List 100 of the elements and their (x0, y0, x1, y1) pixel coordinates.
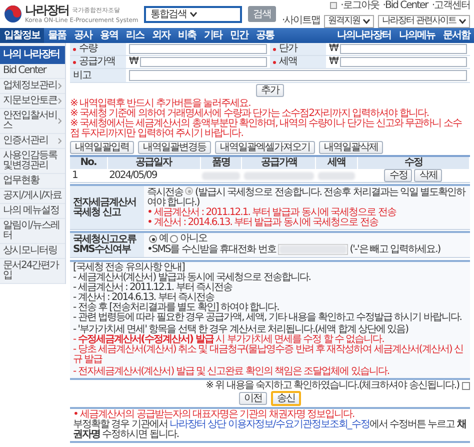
add-button[interactable]: 추가 (256, 84, 284, 97)
row-action-button[interactable]: 수정 (384, 169, 412, 182)
logo-icon (4, 5, 22, 23)
sidebar-item[interactable]: 공지/게시/자료 (0, 189, 65, 204)
sidebar-item-label: 문서24간편가입 (3, 261, 60, 281)
notice-text: - 세금계산서 : 2011.12.1. 부터 즉시전송 (73, 283, 234, 293)
square-icon (330, 2, 337, 9)
input-field[interactable] (340, 44, 467, 54)
nav-tab[interactable]: 리스 (122, 28, 148, 43)
redacted-block (278, 245, 347, 254)
nav-link[interactable]: 나의메뉴 (395, 28, 439, 43)
nav-tab[interactable]: 비축 (174, 28, 200, 43)
sidebar-item-label: 업무현황 (3, 176, 39, 186)
bulk-button[interactable]: 내역일괄변경등 (138, 141, 211, 154)
notice-text: - 세금계산서(계산서) 발급과 동시에 국세청으로 전송합니다. (73, 273, 312, 283)
input-field[interactable] (129, 70, 467, 81)
nav-tab[interactable]: 입찰정보 (0, 28, 44, 43)
radio-button[interactable] (149, 235, 157, 243)
currency-sign: ₩ (129, 57, 138, 67)
currency-sign: ₩ (329, 57, 338, 67)
radio-label: 아니오 (180, 234, 207, 244)
sidebar-item[interactable]: 사용인감등록및변경관리 (0, 149, 65, 174)
currency-sign: ₩ (329, 44, 338, 54)
sitemap-link[interactable]: ·사이트맵 (282, 16, 320, 26)
input-field[interactable] (129, 44, 267, 54)
field-label: 세액 (270, 56, 326, 68)
info-link[interactable]: 나라장터 상단 이용자정보/수요기관정보조회_수정 (170, 419, 370, 430)
sidebar-item-label: 사용인감등록및변경관리 (3, 151, 58, 171)
sidebar-title: 나의 나라장터 (0, 46, 65, 64)
radio-label: 예 (159, 234, 168, 244)
redacted-block (202, 172, 240, 180)
notice-text: ※ 내역입력후 반드시 추가버튼을 눌러주세요. (70, 99, 250, 109)
sidebar-item-label: 안전입찰서비스 (3, 111, 58, 131)
chevron-right-icon (58, 118, 62, 124)
notice-text: - 당초 세금계산서(계산서) 취소 및 대금청구(물납영수증 반려 후 재작성하여 세금계산서(계산서) 신규 발급 (73, 345, 464, 365)
nav-tab[interactable]: 공통 (252, 28, 278, 43)
phone-input-field[interactable] (278, 244, 348, 255)
radio-button[interactable] (185, 187, 193, 195)
top-link[interactable]: ·고객센터 (432, 0, 470, 10)
sidebar-item[interactable]: 알림이/뉴스레터 (0, 219, 65, 244)
sidebar-item[interactable]: 인증서관리 (0, 134, 65, 149)
notice-text: • 세금계산서 : 2011.12.1. 부터 발급과 동시에 국세청으로 전송 (147, 208, 398, 218)
sidebar-item[interactable]: 나의 메뉴설정 (0, 204, 65, 219)
notice-text: - '부가가치세 면세' 항목을 선택 한 경우 계산서로 처리됩니다.(세액 합계 상단에 있음) (73, 323, 410, 335)
column-header: 수정 (357, 156, 470, 169)
search-field[interactable]: 통합검색 (144, 6, 242, 22)
nav-tab[interactable]: 민간 (226, 28, 252, 43)
sidebar-item[interactable]: 업무현황 (0, 174, 65, 189)
notice-title: [국세청 전송 유의사항 안내] (73, 263, 184, 273)
input-field[interactable] (140, 57, 267, 67)
nav-link[interactable]: 문서함 (439, 28, 474, 43)
field-label: 공급가액 (70, 56, 126, 68)
nav-tab[interactable]: 용역 (96, 28, 122, 43)
field-label: 비고 (70, 69, 126, 82)
top-link[interactable]: ·Bid Center (382, 0, 428, 10)
previous-button[interactable]: 이전 (239, 392, 267, 405)
logo-title: 나라장터 (25, 4, 69, 17)
sidebar-item[interactable]: 상시모니터링 (0, 244, 65, 259)
nav-tab[interactable]: 기타 (200, 28, 226, 43)
column-header: 공급가액 (242, 156, 316, 169)
caret-icon (190, 12, 198, 16)
sidebar-item-label: 나의 메뉴설정 (3, 206, 60, 216)
bulk-button[interactable]: 내역일괄입력 (70, 141, 134, 154)
confirm-text: ※ 위 내용을 숙지하고 확인하였습니다.(체크하셔야 송신됩니다.) (206, 381, 459, 391)
redacted-block (244, 172, 314, 180)
sidebar-item-label: 지문보안토큰 (3, 96, 57, 106)
sidebar-item[interactable]: 안전입찰서비스 (0, 109, 65, 134)
nav-tab[interactable]: 물품 (44, 28, 70, 43)
radio-button[interactable] (170, 235, 178, 243)
sidebar-item-label: 상시모니터링 (3, 246, 57, 256)
sidebar-item[interactable]: Bid Center (0, 64, 65, 79)
site-select[interactable]: 원격지원 (324, 14, 374, 28)
option-description: 즉시전송 (발급시 국세청으로 전송합니다. 전송후 처리결과는 익일 별도확인하여야 합니다.) (147, 187, 467, 208)
redacted-block (318, 172, 356, 180)
sidebar-item-label: 업체정보관리 (3, 81, 57, 91)
bulk-button[interactable]: 내역일괄삭제 (319, 141, 383, 154)
column-header: No. (70, 156, 108, 169)
sidebar-item[interactable]: 지문보안토큰 (0, 94, 65, 109)
notice-text: ※ 국세청에서는 세금계산서의 총액부분만 확인하며, 내역의 수량이나 단가는 신고와 무관하니 소수점 두자리까지만 입력하여 주시기 바랍니다. (70, 119, 463, 139)
chevron-right-icon (58, 138, 62, 144)
row-action-button[interactable]: 삭제 (414, 169, 442, 182)
search-scope-select[interactable]: 통합검색 (150, 8, 198, 20)
site-select[interactable]: 나라장터 관련사이트 (378, 14, 470, 28)
sidebar-item-label: Bid Center (3, 66, 46, 76)
field-hint: ('-'은 빼고 입력하세요.) (350, 244, 440, 254)
table-cell: 2024/05/09 (107, 169, 200, 182)
nav-tab[interactable]: 공사 (70, 28, 96, 43)
notice-text: - 전송 후 [전송처리결과를 별도 확인] 하여야 합니다. (73, 303, 279, 313)
column-header: 공급일자 (107, 156, 200, 169)
nav-tab[interactable]: 외자 (148, 28, 174, 43)
sidebar-item[interactable]: 업체정보관리 (0, 79, 65, 94)
checkbox[interactable] (462, 382, 470, 390)
bulk-button[interactable]: 내역일괄엑셀가져오기 (215, 141, 315, 154)
chevron-right-icon (58, 98, 62, 104)
caret-icon (459, 18, 466, 24)
sidebar-item[interactable]: 문서24간편가입 (0, 259, 65, 284)
send-button[interactable]: 송신 (271, 391, 301, 406)
nav-link[interactable]: 나의나라장터 (333, 28, 395, 43)
top-link[interactable]: ·로그아웃 (340, 0, 379, 10)
input-field[interactable] (340, 57, 467, 67)
